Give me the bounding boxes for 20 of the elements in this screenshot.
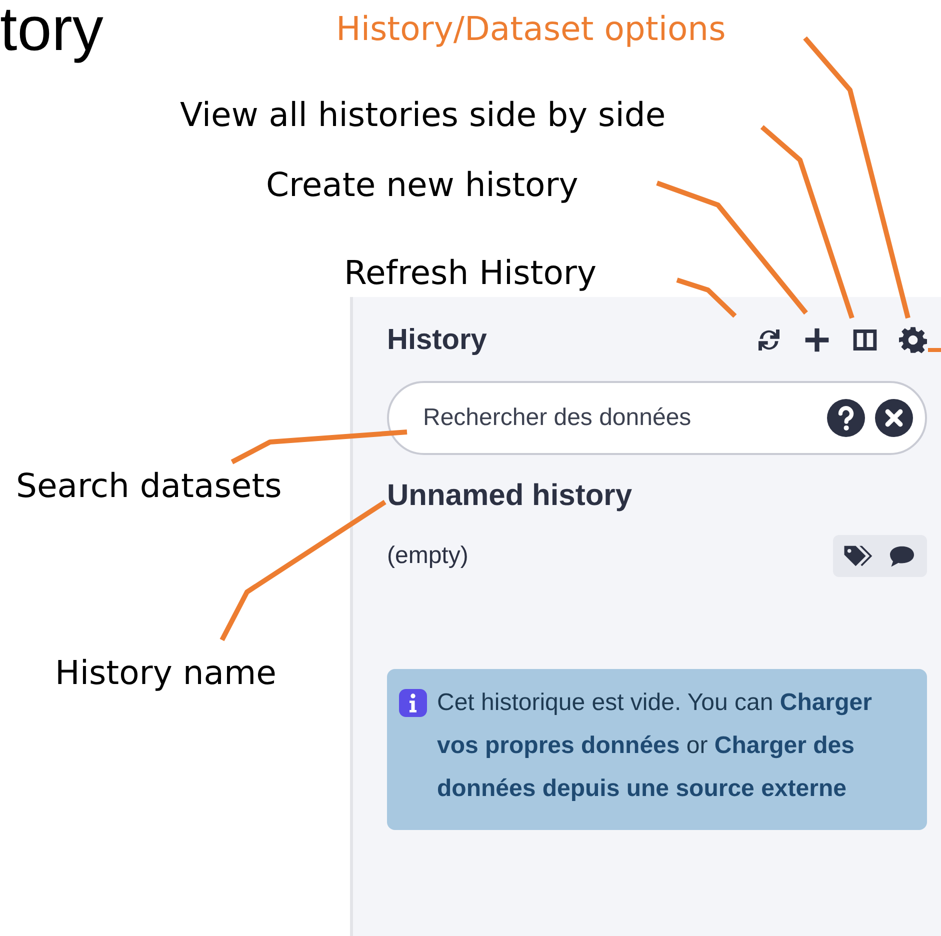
tags-annotation-button[interactable] (833, 535, 927, 577)
callout-label: Create new history (266, 164, 578, 206)
history-name[interactable]: Unnamed history (387, 479, 927, 513)
callout-label: History/Dataset options (336, 8, 726, 50)
callout-label: Search datasets (16, 465, 282, 507)
callout-label: History name (55, 652, 276, 694)
callout-label: View all histories side by side (180, 94, 666, 136)
history-size: (empty) (387, 542, 468, 570)
leader-line (928, 348, 941, 352)
panel-title: History (387, 324, 487, 356)
info-icon (399, 689, 427, 717)
settings-icon[interactable] (899, 326, 927, 354)
search-field[interactable]: Rechercher des données (387, 381, 927, 455)
comment-icon (887, 544, 917, 568)
callout-label: Refresh History (344, 252, 597, 294)
help-icon[interactable] (827, 399, 865, 437)
slide-title: tory (0, 0, 104, 64)
plus-icon[interactable] (803, 326, 831, 354)
alert-message: Cet historique est vide. You can Charger vos propres données or Charger des données depuis une source externe (437, 688, 873, 804)
clear-icon[interactable] (875, 399, 913, 437)
